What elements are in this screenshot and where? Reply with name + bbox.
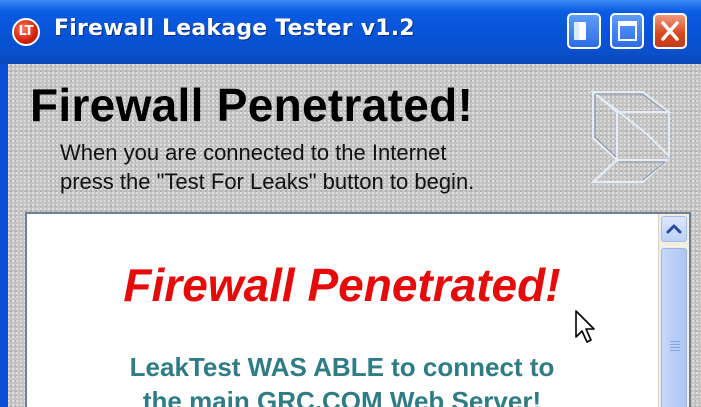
scrollbar-thumb[interactable] <box>661 248 687 407</box>
close-icon <box>661 21 679 41</box>
minimize-icon <box>574 22 586 40</box>
leaktest-window: LT Firewall Leakage Tester v1.2 Firewall… <box>0 0 701 407</box>
window-client-area: Firewall Penetrated! When you are connec… <box>8 64 701 407</box>
result-message: LeakTest WAS ABLE to connect to the main… <box>27 350 657 407</box>
maximize-icon <box>618 21 637 41</box>
thumb-grip-line <box>670 344 680 345</box>
result-message-line-1: LeakTest WAS ABLE to connect to <box>129 352 555 382</box>
mouse-pointer-icon <box>575 310 595 343</box>
window-title: Firewall Leakage Tester v1.2 <box>54 16 415 41</box>
close-button[interactable] <box>653 13 687 49</box>
thumb-grip-line <box>670 347 680 348</box>
scroll-up-button[interactable] <box>661 216 687 242</box>
chevron-up-icon <box>666 224 682 234</box>
result-message-line-2: the main GRC.COM Web Server! <box>142 386 542 407</box>
app-logo-icon[interactable]: LT <box>12 18 40 46</box>
instructions-text: When you are connected to the Internet p… <box>60 138 474 196</box>
instructions-line-2: press the "Test For Leaks" button to beg… <box>60 169 475 194</box>
result-headline: Firewall Penetrated! <box>123 259 561 311</box>
vertical-scrollbar[interactable] <box>658 214 689 407</box>
grc-logo-icon <box>590 89 672 183</box>
instructions-line-1: When you are connected to the Internet <box>60 140 447 165</box>
title-bar[interactable]: LT Firewall Leakage Tester v1.2 <box>0 0 701 64</box>
minimize-button[interactable] <box>567 13 601 49</box>
thumb-grip-line <box>670 350 680 351</box>
status-heading: Firewall Penetrated! <box>30 79 474 131</box>
maximize-button[interactable] <box>610 13 644 49</box>
thumb-grip-line <box>670 341 680 342</box>
